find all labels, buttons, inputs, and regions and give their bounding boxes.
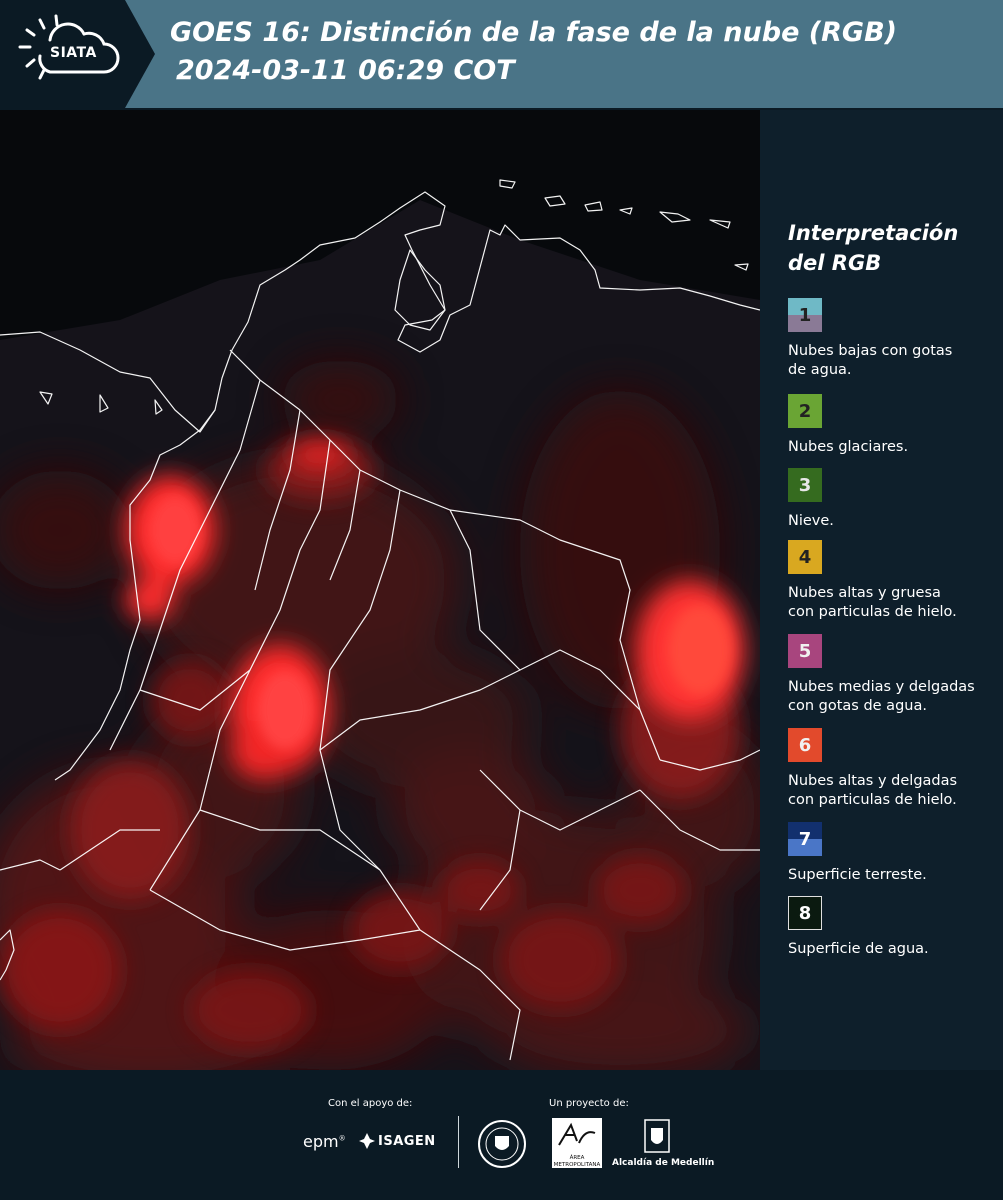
legend-number-7: 7 (798, 828, 812, 850)
legend-item-6: 6 Nubes altas y delgadas con particulas d… (788, 728, 998, 810)
satellite-map[interactable] (0, 110, 760, 1070)
legend-item-8: 8 Superficie de agua. (788, 896, 998, 959)
legend-label-3-line-1: Nieve. (788, 513, 834, 529)
legend-swatch-4: 4 (788, 540, 822, 574)
legend-label-3: Nieve. (788, 512, 998, 531)
legend-item-2: 2 Nubes glaciares. (788, 394, 998, 457)
alcaldia-medellin-logo[interactable]: Alcaldía de Medellín (612, 1158, 714, 1168)
area-logo-text: ÁREA METROPOLITANA (553, 1155, 601, 1168)
header-bar: SIATA GOES 16: Distinción de la fase de … (0, 0, 1003, 108)
legend-label-1: Nubes bajas con gotas de agua. (788, 342, 998, 380)
epm-logo-text: epm (303, 1132, 339, 1151)
siata-logo-text: SIATA (50, 45, 97, 61)
area-logo-icon (558, 1122, 596, 1146)
legend-label-2: Nubes glaciares. (788, 438, 998, 457)
legend-title: Interpretación del RGB (788, 218, 988, 278)
title-line-1: GOES 16: Distinción de la fase de la nub… (170, 17, 897, 48)
siata-logo[interactable]: SIATA (0, 0, 155, 108)
legend-label-4: Nubes altas y gruesa con particulas de hi… (788, 584, 998, 622)
legend-number-3: 3 (798, 474, 812, 496)
footer: Con el apoyo de: Un proyecto de: epm® IS… (0, 1070, 1003, 1200)
epm-logo[interactable]: epm® (303, 1132, 346, 1151)
coat-of-arms-icon (485, 1127, 519, 1161)
legend-label-5-line-2: con gotas de agua. (788, 698, 927, 714)
legend-item-5: 5 Nubes medias y delgadas con gotas de ag… (788, 634, 998, 716)
legend-label-1-line-2: de agua. (788, 362, 852, 378)
isagen-mark-icon (359, 1133, 375, 1149)
project-label: Un proyecto de: (549, 1098, 629, 1109)
legend-title-line-2: del RGB (788, 251, 882, 275)
legend-item-1: 1 Nubes bajas con gotas de agua. (788, 298, 998, 380)
title-line-2: 2024-03-11 06:29 COT (176, 55, 515, 86)
legend-label-1-line-1: Nubes bajas con gotas (788, 343, 953, 359)
area-metropolitana-logo[interactable]: ÁREA METROPOLITANA (552, 1118, 602, 1168)
legend-swatch-2: 2 (788, 394, 822, 428)
legend-label-5: Nubes medias y delgadas con gotas de agua… (788, 678, 998, 716)
legend-label-6-line-2: con particulas de hielo. (788, 792, 957, 808)
legend-label-4-line-2: con particulas de hielo. (788, 604, 957, 620)
page-title: GOES 16: Distinción de la fase de la nub… (170, 14, 897, 90)
legend-label-8-line-1: Superficie de agua. (788, 941, 929, 957)
legend-swatch-8: 8 (788, 896, 822, 930)
legend-number-2: 2 (798, 400, 812, 422)
legend-item-3: 3 Nieve. (788, 468, 998, 531)
rgb-satellite-image (0, 110, 760, 1070)
alcaldia-shield-icon (644, 1119, 670, 1153)
legend-item-4: 4 Nubes altas y gruesa con particulas de … (788, 540, 998, 622)
legend-swatch-7: 7 (788, 822, 822, 856)
legend-label-8: Superficie de agua. (788, 940, 998, 959)
legend-swatch-1: 1 (788, 298, 822, 332)
legend-item-7: 7 Superficie terreste. (788, 822, 998, 885)
legend-number-5: 5 (798, 640, 812, 662)
footer-divider (458, 1116, 459, 1168)
legend-number-4: 4 (798, 546, 812, 568)
legend-number-8: 8 (798, 902, 812, 924)
legend-number-6: 6 (798, 734, 812, 756)
legend-title-line-1: Interpretación (788, 221, 959, 245)
support-label: Con el apoyo de: (328, 1098, 413, 1109)
legend-label-5-line-1: Nubes medias y delgadas (788, 679, 975, 695)
gobernacion-seal[interactable] (478, 1120, 526, 1168)
legend-swatch-3: 3 (788, 468, 822, 502)
legend-label-6-line-1: Nubes altas y delgadas (788, 773, 958, 789)
isagen-logo[interactable]: ISAGEN (378, 1134, 436, 1149)
legend-label-4-line-1: Nubes altas y gruesa (788, 585, 941, 601)
legend-label-7-line-1: Superficie terreste. (788, 867, 927, 883)
legend-panel: Interpretación del RGB 1 Nubes bajas con… (760, 110, 1003, 1070)
legend-label-2-line-1: Nubes glaciares. (788, 439, 909, 455)
legend-number-1: 1 (798, 304, 812, 326)
legend-label-7: Superficie terreste. (788, 866, 998, 885)
legend-swatch-6: 6 (788, 728, 822, 762)
legend-label-6: Nubes altas y delgadas con particulas de … (788, 772, 998, 810)
legend-swatch-5: 5 (788, 634, 822, 668)
